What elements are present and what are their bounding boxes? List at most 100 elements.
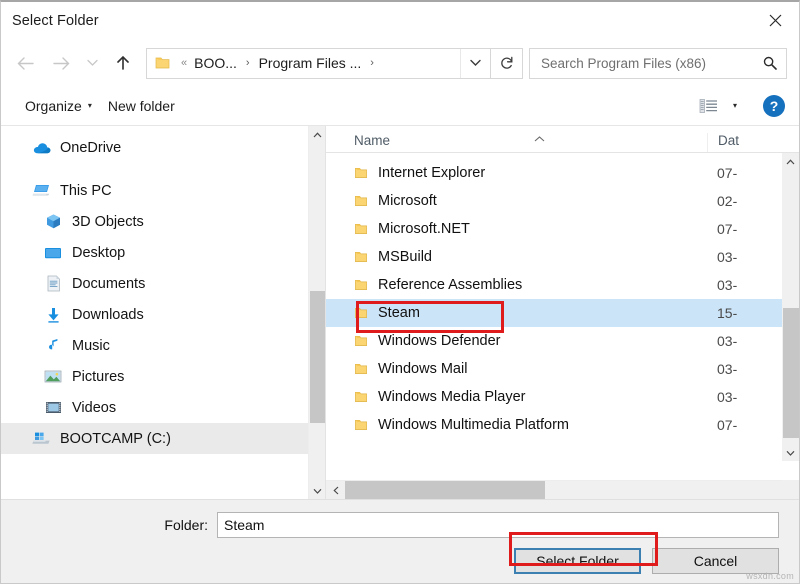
row-name-cell: Windows Multimedia Platform bbox=[326, 417, 707, 433]
row-date-cell: 03- bbox=[707, 277, 782, 293]
search-placeholder: Search Program Files (x86) bbox=[541, 56, 763, 71]
scrollbar-thumb[interactable] bbox=[310, 291, 325, 423]
folder-icon bbox=[354, 418, 368, 432]
search-input[interactable]: Search Program Files (x86) bbox=[529, 48, 787, 79]
row-name-label: Windows Media Player bbox=[378, 389, 525, 405]
scrollbar-thumb[interactable] bbox=[783, 308, 799, 438]
watermark: wsxdn.com bbox=[746, 571, 794, 581]
sidebar-item-desktop[interactable]: Desktop bbox=[1, 237, 325, 268]
table-row[interactable]: Microsoft 02- bbox=[326, 187, 782, 215]
3d-objects-icon bbox=[43, 213, 63, 231]
pictures-icon bbox=[43, 368, 63, 386]
folder-icon bbox=[354, 278, 368, 292]
row-date-cell: 03- bbox=[707, 249, 782, 265]
search-icon[interactable] bbox=[763, 56, 777, 70]
row-name-cell: Windows Defender bbox=[326, 333, 707, 349]
dialog-body: OneDrive This PC bbox=[1, 126, 799, 499]
scrollbar-track[interactable] bbox=[345, 481, 780, 499]
chevron-up-icon[interactable] bbox=[782, 153, 799, 170]
sidebar-item-label: Documents bbox=[72, 276, 145, 292]
title-bar: Select Folder bbox=[1, 2, 799, 40]
sidebar-item-onedrive[interactable]: OneDrive bbox=[1, 132, 325, 163]
folder-icon bbox=[354, 194, 368, 208]
sidebar-item-label: 3D Objects bbox=[72, 214, 144, 230]
breadcrumb-separator-icon[interactable]: › bbox=[364, 57, 380, 69]
folder-icon bbox=[354, 334, 368, 348]
sidebar-item-music[interactable]: Music bbox=[1, 330, 325, 361]
select-folder-button[interactable]: Select Folder bbox=[514, 548, 641, 574]
folder-input[interactable]: Steam bbox=[217, 512, 779, 538]
recent-locations-chevron-down-icon[interactable] bbox=[79, 46, 105, 80]
table-row[interactable]: Windows Multimedia Platform 07- bbox=[326, 411, 782, 439]
sidebar-item-label: Desktop bbox=[72, 245, 125, 261]
arrow-right-icon[interactable] bbox=[43, 46, 79, 80]
row-name-label: Steam bbox=[378, 305, 420, 321]
row-name-label: Windows Defender bbox=[378, 333, 501, 349]
arrow-up-icon[interactable] bbox=[105, 46, 141, 80]
sidebar-item-this-pc[interactable]: This PC bbox=[1, 175, 325, 206]
column-header-date[interactable]: Dat bbox=[707, 133, 782, 152]
address-chevron-down-icon[interactable] bbox=[460, 49, 490, 78]
sidebar-item-bootcamp-c[interactable]: BOOTCAMP (C:) bbox=[1, 423, 325, 454]
list-view-icon[interactable] bbox=[694, 94, 723, 118]
navigation-pane-vertical-scrollbar[interactable] bbox=[308, 126, 325, 499]
dialog-footer: Folder: Steam Select Folder Cancel wsxdn… bbox=[1, 499, 799, 583]
row-name-cell: Microsoft bbox=[326, 193, 707, 209]
chevron-left-icon[interactable] bbox=[326, 481, 345, 499]
file-list-pane: Name Dat Internet Explorer bbox=[326, 126, 799, 499]
table-row[interactable]: Windows Mail 03- bbox=[326, 355, 782, 383]
address-bar[interactable]: « BOO... › Program Files ... › bbox=[146, 48, 491, 79]
sidebar-item-3d-objects[interactable]: 3D Objects bbox=[1, 206, 325, 237]
breadcrumb-item-program-files[interactable]: Program Files ... bbox=[256, 53, 365, 73]
breadcrumb-item-bootcamp[interactable]: BOO... bbox=[191, 53, 240, 73]
table-row[interactable]: MSBuild 03- bbox=[326, 243, 782, 271]
navigation-pane: OneDrive This PC bbox=[1, 126, 326, 499]
folder-icon bbox=[354, 166, 368, 180]
folder-icon bbox=[155, 56, 170, 70]
close-icon[interactable] bbox=[751, 2, 799, 39]
row-name-cell: Windows Media Player bbox=[326, 389, 707, 405]
table-row[interactable]: Internet Explorer 07- bbox=[326, 159, 782, 187]
sidebar-item-videos[interactable]: Videos bbox=[1, 392, 325, 423]
column-header-date-label: Dat bbox=[718, 133, 739, 148]
sidebar-item-pictures[interactable]: Pictures bbox=[1, 361, 325, 392]
sidebar-item-downloads[interactable]: Downloads bbox=[1, 299, 325, 330]
column-headers: Name Dat bbox=[326, 126, 799, 153]
organize-label: Organize bbox=[25, 98, 82, 114]
breadcrumb-separator-icon[interactable]: › bbox=[240, 57, 256, 69]
this-pc-icon bbox=[31, 182, 51, 200]
sidebar-item-documents[interactable]: Documents bbox=[1, 268, 325, 299]
scrollbar-corner bbox=[782, 480, 799, 499]
music-icon bbox=[43, 337, 63, 355]
row-date-cell: 03- bbox=[707, 361, 782, 377]
table-row[interactable]: Windows Defender 03- bbox=[326, 327, 782, 355]
chevron-down-icon[interactable] bbox=[309, 482, 325, 499]
new-folder-button[interactable]: New folder bbox=[100, 93, 183, 119]
row-name-label: Windows Multimedia Platform bbox=[378, 417, 569, 433]
arrow-left-icon[interactable] bbox=[7, 46, 43, 80]
row-name-cell: MSBuild bbox=[326, 249, 707, 265]
table-row[interactable]: Windows Media Player 03- bbox=[326, 383, 782, 411]
file-list-vertical-scrollbar[interactable] bbox=[782, 153, 799, 461]
organize-button[interactable]: Organize ▾ bbox=[17, 93, 100, 119]
row-name-label: Windows Mail bbox=[378, 361, 467, 377]
window-title: Select Folder bbox=[1, 13, 99, 29]
chevron-down-icon[interactable] bbox=[782, 444, 799, 461]
sort-ascending-icon bbox=[534, 134, 545, 145]
help-icon[interactable]: ? bbox=[763, 95, 785, 117]
column-header-name[interactable]: Name bbox=[326, 133, 707, 152]
view-options-chevron-down-icon[interactable]: ▾ bbox=[725, 97, 745, 114]
file-rows: Internet Explorer 07- Microsoft 02- bbox=[326, 153, 799, 480]
table-row-steam[interactable]: Steam 15- bbox=[326, 299, 782, 327]
refresh-icon[interactable] bbox=[491, 48, 523, 79]
row-name-label: MSBuild bbox=[378, 249, 432, 265]
sidebar-item-label: Downloads bbox=[72, 307, 144, 323]
breadcrumb-overflow[interactable]: « bbox=[177, 57, 191, 69]
file-list-horizontal-scrollbar[interactable] bbox=[326, 480, 799, 499]
scrollbar-thumb[interactable] bbox=[345, 481, 545, 499]
table-row[interactable]: Reference Assemblies 03- bbox=[326, 271, 782, 299]
row-name-cell: Internet Explorer bbox=[326, 165, 707, 181]
row-name-cell: Steam bbox=[326, 305, 707, 321]
chevron-up-icon[interactable] bbox=[309, 126, 325, 143]
table-row[interactable]: Microsoft.NET 07- bbox=[326, 215, 782, 243]
